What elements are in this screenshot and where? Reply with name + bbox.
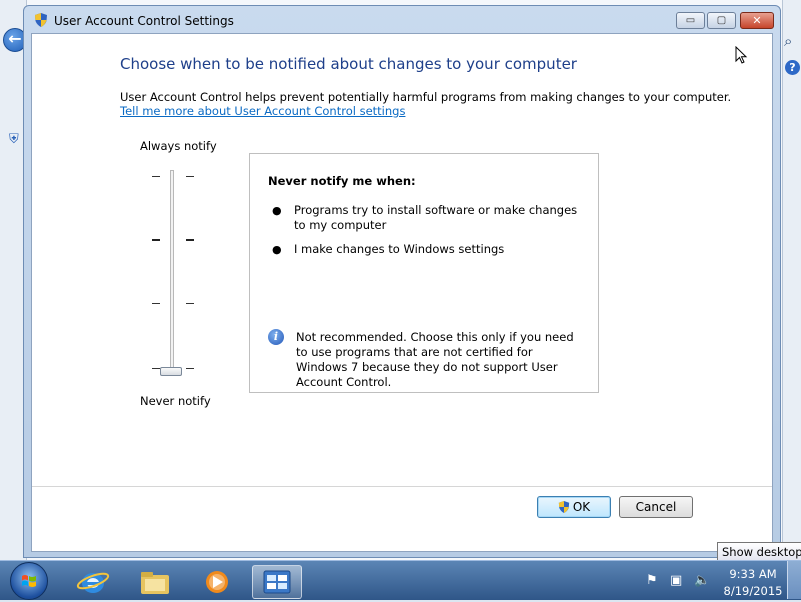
info-icon: i (268, 329, 284, 345)
level-description-box: Never notify me when: ● Programs try to … (249, 153, 599, 393)
dialog-content: Choose when to be notified about changes… (31, 33, 773, 552)
control-panel-icon (263, 570, 291, 594)
action-center-flag-icon[interactable]: ⚑ (646, 573, 658, 588)
show-desktop-button[interactable] (787, 561, 801, 599)
bullet-icon: ● (272, 243, 282, 256)
maximize-icon: ▢ (716, 15, 727, 26)
slider-tick (152, 239, 160, 241)
warning-text: Not recommended. Choose this only if you… (296, 330, 574, 389)
uac-settings-window: User Account Control Settings ▭ ▢ ✕ Choo… (23, 5, 781, 558)
shield-icon: ⛨ (9, 132, 19, 147)
window-title: User Account Control Settings (54, 14, 234, 28)
page-title: Choose when to be notified about changes… (120, 55, 577, 73)
bullet-icon: ● (272, 204, 282, 217)
ok-button[interactable]: OK (537, 496, 611, 518)
help-icon[interactable]: ? (785, 60, 800, 75)
clock-date[interactable]: 8/19/2015 (722, 584, 784, 598)
never-notify-label: Never notify (140, 394, 211, 408)
minimize-icon: ▭ (685, 15, 696, 26)
close-button[interactable]: ✕ (740, 12, 774, 29)
uac-shield-icon (558, 501, 569, 513)
taskbar-control-panel[interactable] (252, 565, 302, 599)
internet-explorer-icon (76, 572, 110, 593)
taskbar-media-player[interactable] (192, 565, 242, 599)
slider-tick (186, 239, 194, 241)
slider-tick (152, 303, 160, 304)
uac-shield-icon (35, 13, 47, 27)
slider-tick (152, 368, 160, 369)
info-bullet: I make changes to Windows settings (294, 242, 505, 256)
network-icon[interactable]: ▣ (670, 573, 682, 588)
description-text: User Account Control helps prevent poten… (120, 90, 732, 104)
title-bar[interactable]: User Account Control Settings ▭ ▢ ✕ (24, 6, 780, 33)
minimize-button[interactable]: ▭ (676, 12, 705, 29)
show-desktop-tooltip: Show desktop (717, 542, 801, 561)
taskbar-internet-explorer[interactable] (68, 565, 118, 599)
info-bullet: Programs try to install software or make… (294, 203, 578, 232)
start-button[interactable] (10, 562, 48, 600)
slider-tick (186, 176, 194, 177)
info-title: Never notify me when: (268, 174, 416, 188)
clock-time[interactable]: 9:33 AM (728, 567, 778, 581)
ok-button-label: OK (572, 500, 591, 514)
taskbar-explorer[interactable] (130, 565, 180, 599)
maximize-button[interactable]: ▢ (707, 12, 736, 29)
volume-icon[interactable]: 🔈 (694, 573, 710, 588)
slider-track[interactable] (170, 170, 174, 376)
slider-tick (152, 176, 160, 177)
learn-more-link[interactable]: Tell me more about User Account Control … (120, 104, 405, 118)
cancel-button[interactable]: Cancel (619, 496, 693, 518)
slider-tick (186, 303, 194, 304)
windows-logo-icon (22, 575, 36, 587)
slider-tick (186, 368, 194, 369)
search-icon[interactable]: ⌕ (784, 32, 792, 50)
mouse-cursor-icon (735, 46, 748, 64)
media-player-icon (206, 571, 228, 593)
folder-icon (141, 572, 169, 594)
close-icon: ✕ (752, 14, 762, 27)
divider (32, 486, 772, 487)
background-window-right-pane (782, 0, 801, 560)
always-notify-label: Always notify (140, 139, 217, 153)
slider-thumb[interactable] (160, 367, 182, 376)
